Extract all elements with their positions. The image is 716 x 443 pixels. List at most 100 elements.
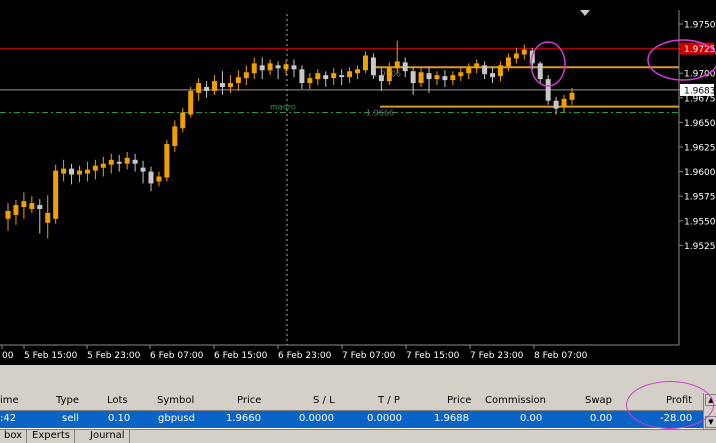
candle-body	[505, 57, 511, 67]
candle-body	[402, 62, 408, 72]
candle-body	[5, 210, 11, 219]
candle-body	[474, 63, 480, 69]
candle-body	[545, 79, 551, 101]
price-tick-label: 1.9625	[684, 144, 716, 154]
candle-body	[21, 201, 27, 208]
terminal-tabs: box Experts Journal	[0, 429, 716, 443]
current-price-label: 1.9725	[684, 45, 716, 55]
candle-body	[537, 63, 543, 80]
candle-body	[513, 53, 519, 59]
candle-body	[283, 64, 289, 70]
col-header-commission[interactable]: Commission	[485, 395, 546, 406]
candle-body	[569, 92, 575, 100]
candle-body	[251, 63, 257, 74]
candle-body	[204, 86, 210, 91]
cell-lots: 0.10	[108, 413, 131, 424]
cell-time: :42	[0, 413, 17, 424]
price-tick-label: 1.9600	[684, 168, 716, 178]
time-tick-label: 7 Feb 07:00	[342, 351, 396, 361]
candle-body	[299, 69, 305, 84]
candle-body	[69, 168, 75, 175]
price-tick-label: 1.9675	[684, 94, 716, 104]
candle-body	[267, 63, 273, 71]
candle-body	[188, 90, 194, 115]
candle-body	[76, 170, 82, 175]
time-tick-label: 6 Feb 07:00	[150, 351, 204, 361]
tab-journal[interactable]: Journal	[86, 430, 130, 443]
col-header-lots[interactable]: Lots	[107, 395, 128, 406]
col-header-price-current[interactable]: Price	[447, 395, 471, 406]
col-header-tp[interactable]: T / P	[378, 395, 400, 406]
chart-canvas[interactable]: madro1.97061.96661.97501.97251.97001.968…	[0, 0, 716, 365]
candle-body	[164, 144, 170, 178]
candle-body	[259, 65, 265, 71]
tab-experts[interactable]: Experts	[28, 430, 75, 443]
candle-body	[307, 78, 313, 84]
candle-body	[132, 159, 138, 164]
price-tick-label: 1.9525	[684, 242, 716, 252]
time-tick-label: 5 Feb 23:00	[87, 351, 141, 361]
candle-body	[553, 100, 559, 109]
trade-row[interactable]: :42 sell 0.10 gbpusd 1.9660 0.0000 0.000…	[0, 411, 704, 428]
candle-body	[331, 73, 337, 79]
candle-body	[291, 65, 297, 70]
candle-body	[482, 65, 488, 75]
time-tick-label: 7 Feb 23:00	[470, 351, 524, 361]
cell-commission: 0.00	[520, 413, 543, 424]
candle-body	[243, 72, 249, 79]
col-header-price[interactable]: Price	[237, 395, 261, 406]
cell-price-current: 1.9688	[434, 413, 469, 424]
candle-body	[61, 168, 67, 174]
candle-body	[29, 203, 35, 209]
candle-body	[156, 176, 162, 182]
col-header-type[interactable]: Type	[56, 395, 79, 406]
profit-highlight-ellipse	[626, 381, 714, 429]
price-tick-label: 1.9650	[684, 119, 716, 129]
candle-body	[410, 71, 416, 84]
candle-body	[418, 72, 424, 84]
candle-body	[108, 159, 114, 165]
time-tick-label: 6 Feb 23:00	[278, 351, 332, 361]
col-header-time[interactable]: ime	[0, 395, 19, 406]
madro-label: madro	[270, 103, 296, 112]
candle-body	[92, 165, 98, 171]
col-header-sl[interactable]: S / L	[313, 395, 335, 406]
candle-body	[212, 81, 218, 91]
candle-body	[355, 69, 361, 74]
cell-swap: 0.00	[590, 413, 613, 424]
price-chart[interactable]: madro1.97061.96661.97501.97251.97001.968…	[0, 0, 716, 365]
candle-body	[53, 170, 59, 219]
cell-type: sell	[62, 413, 79, 424]
candle-body	[235, 77, 241, 84]
candle-body	[13, 205, 19, 215]
candle-body	[124, 157, 130, 164]
price-tick-label: 1.9550	[684, 217, 716, 227]
candle-body	[394, 61, 400, 69]
time-tick-label: 6 Feb 15:00	[214, 351, 268, 361]
candle-body	[370, 57, 376, 76]
candle-body	[386, 67, 392, 82]
candle-body	[37, 205, 43, 209]
candle-body	[219, 83, 225, 87]
candle-body	[442, 76, 448, 81]
price-tick-label: 1.9750	[684, 21, 716, 31]
terminal-header: ime Type Lots Symbol Price S / L T / P P…	[0, 393, 704, 411]
tab-mailbox[interactable]: box	[0, 430, 28, 443]
candle-body	[315, 73, 321, 80]
cell-sl: 0.0000	[299, 413, 334, 424]
candle-body	[140, 167, 146, 172]
candle-body	[100, 163, 106, 168]
candle-body	[196, 83, 202, 93]
cell-tp: 0.0000	[367, 413, 402, 424]
candle-body	[561, 98, 567, 107]
candle-body	[521, 49, 527, 55]
splitter-bar[interactable]	[0, 365, 716, 393]
col-header-swap[interactable]: Swap	[585, 395, 612, 406]
candle-body	[362, 55, 368, 71]
candle-body	[339, 75, 345, 78]
time-tick-label: 5 Feb 15:00	[24, 351, 78, 361]
candle-body	[275, 65, 281, 69]
candle-body	[378, 75, 384, 82]
col-header-symbol[interactable]: Symbol	[157, 395, 194, 406]
candle-body	[172, 126, 178, 147]
